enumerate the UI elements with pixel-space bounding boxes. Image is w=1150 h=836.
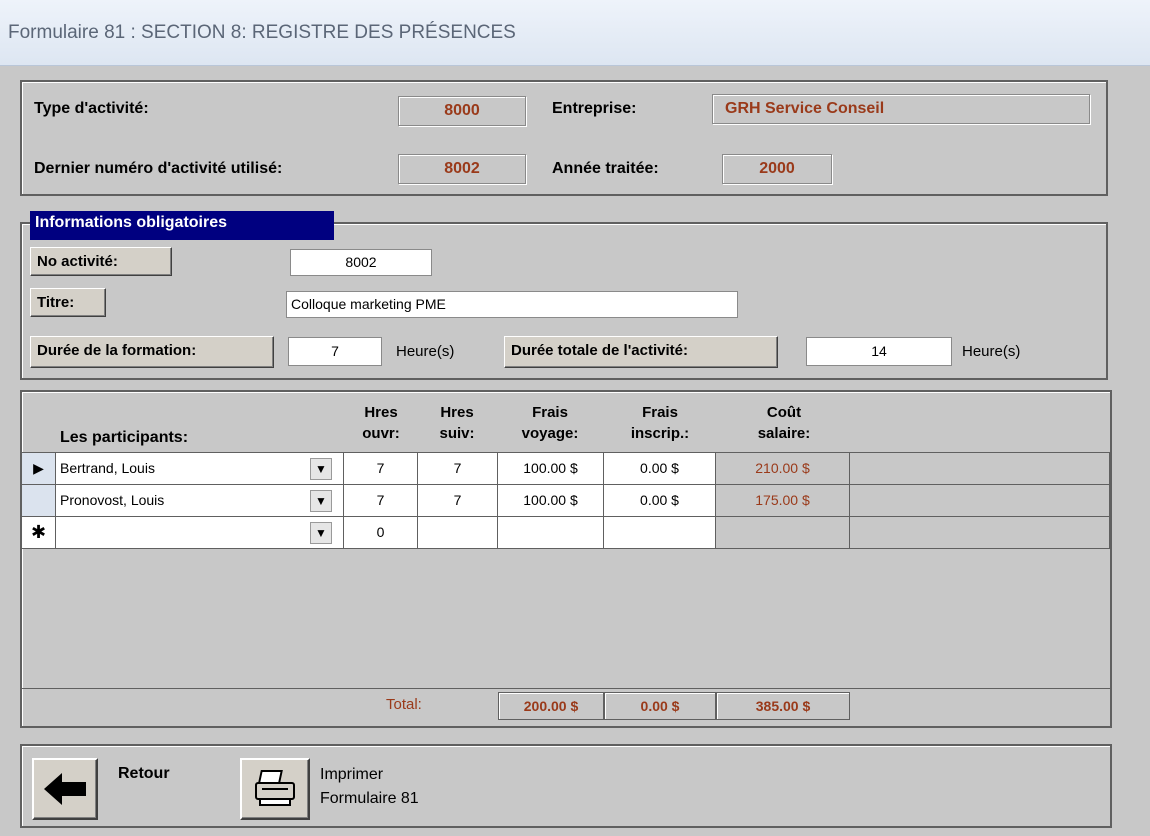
- retour-button[interactable]: [32, 758, 98, 820]
- col-header-frais-voyage-l2: voyage:: [521, 425, 579, 442]
- titre-button[interactable]: Titre:: [30, 288, 106, 317]
- col-header-cout-salaire: Coût salaire:: [718, 402, 850, 444]
- participant-name: Pronovost, Louis: [60, 492, 165, 508]
- retour-label: Retour: [118, 765, 170, 782]
- entreprise-label: Entreprise:: [552, 100, 637, 117]
- cout-salaire-cell: 175.00 $: [716, 485, 850, 517]
- participant-name-cell[interactable]: Pronovost, Louis: [56, 485, 344, 517]
- col-header-cout-salaire-l1: Coût: [766, 404, 802, 421]
- row-selector-new[interactable]: ✱: [22, 517, 56, 549]
- cout-salaire-cell: 210.00 $: [716, 453, 850, 485]
- col-header-cout-salaire-l2: salaire:: [757, 425, 811, 442]
- hres-ouvr-cell[interactable]: 0: [344, 517, 418, 549]
- col-header-frais-inscrip: Frais inscrip.:: [606, 402, 714, 444]
- col-header-frais-inscrip-l2: inscrip.:: [630, 425, 690, 442]
- frais-inscrip-cell[interactable]: 0.00 $: [604, 453, 716, 485]
- annee-traitee-value: 2000: [722, 154, 832, 184]
- frais-voyage-cell[interactable]: 100.00 $: [498, 485, 604, 517]
- duree-formation-input[interactable]: 7: [288, 337, 382, 366]
- footer-panel: [20, 744, 1112, 828]
- frais-inscrip-cell[interactable]: 0.00 $: [604, 485, 716, 517]
- cout-salaire-cell: [716, 517, 850, 549]
- dernier-numero-value: 8002: [398, 154, 526, 184]
- chevron-down-icon[interactable]: ▼: [310, 490, 332, 512]
- type-activite-label: Type d'activité:: [34, 100, 149, 117]
- participant-name: Bertrand, Louis: [60, 460, 155, 476]
- duree-formation-button[interactable]: Durée de la formation:: [30, 336, 274, 368]
- col-header-frais-voyage-l1: Frais: [532, 404, 568, 421]
- frais-voyage-cell[interactable]: 100.00 $: [498, 453, 604, 485]
- row-selector[interactable]: [22, 485, 56, 517]
- row-filler: [850, 485, 1110, 517]
- total-cout-salaire: 385.00 $: [716, 692, 850, 720]
- chevron-down-icon[interactable]: ▼: [310, 522, 332, 544]
- col-header-hres-suiv: Hres suiv:: [420, 402, 494, 444]
- dernier-numero-label: Dernier numéro d'activité utilisé:: [34, 160, 283, 177]
- col-header-frais-inscrip-l1: Frais: [642, 404, 678, 421]
- hres-ouvr-cell[interactable]: 7: [344, 485, 418, 517]
- col-header-hres-ouvr-l2: ouvr:: [362, 425, 400, 442]
- total-frais-voyage: 200.00 $: [498, 692, 604, 720]
- row-filler: [850, 453, 1110, 485]
- print-label-line1: Imprimer: [320, 766, 384, 783]
- no-activite-button[interactable]: No activité:: [30, 247, 172, 276]
- print-button[interactable]: [240, 758, 310, 820]
- row-filler: [850, 517, 1110, 549]
- titre-input[interactable]: Colloque marketing PME: [286, 291, 738, 318]
- total-label: Total:: [386, 696, 422, 713]
- duree-formation-unit: Heure(s): [396, 343, 455, 360]
- no-activite-input[interactable]: 8002: [290, 249, 432, 276]
- info-legend: Informations obligatoires: [30, 211, 334, 240]
- hres-ouvr-cell[interactable]: 7: [344, 453, 418, 485]
- duree-totale-input[interactable]: 14: [806, 337, 952, 366]
- printer-icon: [255, 770, 295, 806]
- totals-divider: [22, 688, 1110, 689]
- frais-voyage-cell[interactable]: [498, 517, 604, 549]
- participant-name-cell[interactable]: Bertrand, Louis: [56, 453, 344, 485]
- entreprise-value: GRH Service Conseil: [712, 94, 1090, 124]
- duree-totale-button[interactable]: Durée totale de l'activité:: [504, 336, 778, 368]
- col-header-hres-ouvr: Hres ouvr:: [346, 402, 416, 444]
- duree-totale-unit: Heure(s): [962, 343, 1021, 360]
- col-header-hres-suiv-l2: suiv:: [439, 425, 475, 442]
- annee-traitee-label: Année traitée:: [552, 160, 659, 177]
- col-header-hres-suiv-l1: Hres: [440, 404, 474, 421]
- hres-suiv-cell[interactable]: 7: [418, 485, 498, 517]
- participant-name-cell[interactable]: [56, 517, 344, 549]
- col-header-frais-voyage: Frais voyage:: [498, 402, 602, 444]
- col-header-hres-ouvr-l1: Hres: [364, 404, 398, 421]
- chevron-down-icon[interactable]: ▼: [310, 458, 332, 480]
- window-title: Formulaire 81 : SECTION 8: REGISTRE DES …: [8, 22, 516, 43]
- hres-suiv-cell[interactable]: [418, 517, 498, 549]
- print-label-line2: Formulaire 81: [320, 790, 419, 807]
- col-header-participants: Les participants:: [60, 429, 189, 446]
- type-activite-value: 8000: [398, 96, 526, 126]
- row-selector[interactable]: ▶: [22, 453, 56, 485]
- total-frais-inscrip: 0.00 $: [604, 692, 716, 720]
- hres-suiv-cell[interactable]: 7: [418, 453, 498, 485]
- arrow-left-icon: [44, 773, 86, 805]
- frais-inscrip-cell[interactable]: [604, 517, 716, 549]
- window-titlebar: Formulaire 81 : SECTION 8: REGISTRE DES …: [0, 0, 1150, 66]
